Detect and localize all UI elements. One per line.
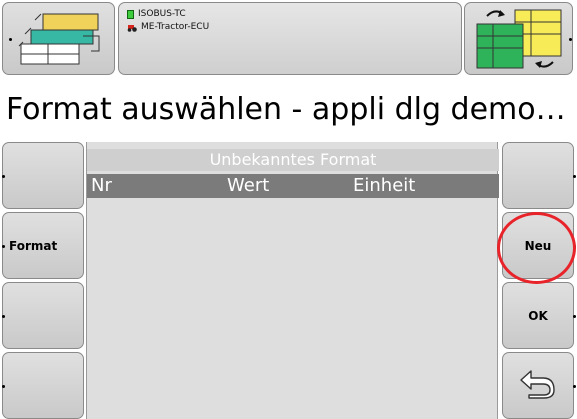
format-softkey[interactable]: Format <box>2 212 84 279</box>
format-list-body[interactable] <box>87 200 499 419</box>
back-softkey[interactable] <box>502 352 576 419</box>
column-header-wert: Wert <box>227 175 270 196</box>
ok-softkey[interactable]: OK <box>502 282 576 349</box>
workset-switch-icon <box>476 9 562 69</box>
info-line-label: ISOBUS-TC <box>138 9 186 19</box>
list-title: Unbekanntes Format <box>87 149 499 171</box>
workset-layout-icon <box>18 13 100 65</box>
document-icon <box>127 9 134 19</box>
status-info-panel: ISOBUS-TC ME-Tractor-ECU <box>118 2 462 75</box>
softkey-label: Format <box>9 239 58 253</box>
softkey-left-3[interactable] <box>2 282 84 349</box>
softkey-label: OK <box>528 309 548 323</box>
info-line-label: ME-Tractor-ECU <box>141 22 210 32</box>
softkey-right-1[interactable] <box>502 142 576 209</box>
info-line: ME-Tractor-ECU <box>127 22 209 32</box>
list-header: Nr Wert Einheit <box>87 174 499 198</box>
softkey-left-1[interactable] <box>2 142 84 209</box>
highlight-circle <box>497 212 576 284</box>
softkey-left-4[interactable] <box>2 352 84 419</box>
info-line: ISOBUS-TC <box>127 9 186 19</box>
workset-layout-softkey[interactable] <box>2 2 115 75</box>
workset-switch-softkey[interactable] <box>464 2 573 75</box>
column-header-einheit: Einheit <box>353 175 416 196</box>
tractor-icon <box>127 24 137 32</box>
top-bar: ISOBUS-TC ME-Tractor-ECU <box>0 0 577 80</box>
format-list-panel: Unbekanntes Format Nr Wert Einheit <box>86 142 499 419</box>
column-header-nr: Nr <box>91 175 112 196</box>
back-arrow-icon <box>520 370 555 399</box>
page-title: Format auswählen - appli dlg demo… <box>0 80 577 140</box>
